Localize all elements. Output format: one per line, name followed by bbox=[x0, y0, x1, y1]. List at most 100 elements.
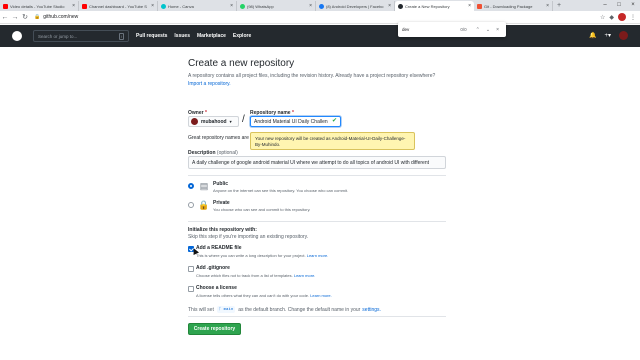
lock-icon: 🔒 bbox=[34, 14, 41, 20]
browser-toolbar-right: ☆ ◆ ⋮ bbox=[596, 13, 636, 21]
menu-icon[interactable]: ⋮ bbox=[630, 14, 636, 21]
browser-tab-strip: Video details - YouTube Studio × Channel … bbox=[0, 0, 640, 11]
divider bbox=[188, 221, 446, 222]
chevron-down-icon: ▾ bbox=[229, 119, 232, 124]
github-nav: Pull requests Issues Marketplace Explore bbox=[136, 33, 258, 39]
learn-more-link[interactable]: Learn more. bbox=[307, 253, 329, 258]
avatar bbox=[191, 118, 198, 125]
default-branch-note: This will set ᚴ main as the default bran… bbox=[188, 306, 381, 313]
find-next-icon[interactable]: ⌄ bbox=[486, 27, 490, 33]
page-title: Create a new repository bbox=[188, 58, 295, 69]
lock-icon: 🔒 bbox=[198, 200, 210, 210]
initialize-subtitle: Skip this step if you're importing an ex… bbox=[188, 234, 309, 240]
close-icon[interactable]: × bbox=[230, 3, 233, 9]
gitignore-title: Add .gitignore bbox=[196, 265, 230, 271]
window-controls: – □ × bbox=[598, 0, 640, 11]
page-subtitle: A repository contains all project files,… bbox=[188, 73, 436, 79]
license-checkbox[interactable] bbox=[188, 286, 194, 292]
public-title: Public bbox=[213, 181, 229, 187]
facebook-icon bbox=[319, 3, 324, 9]
github-logo-icon[interactable] bbox=[12, 31, 22, 41]
git-icon bbox=[477, 3, 482, 9]
avatar[interactable] bbox=[619, 31, 628, 40]
github-icon bbox=[398, 3, 403, 9]
learn-more-link[interactable]: Learn more. bbox=[294, 273, 316, 278]
minimize-icon[interactable]: – bbox=[598, 0, 612, 11]
browser-tab-active[interactable]: Create a New Repository × bbox=[395, 1, 474, 11]
find-count: 0/0 bbox=[460, 27, 467, 32]
whatsapp-icon bbox=[240, 3, 245, 9]
close-icon[interactable]: × bbox=[388, 3, 391, 9]
gitignore-desc: Choose which files not to track from a l… bbox=[196, 273, 316, 278]
github-header-right: 🔔 +▾ bbox=[581, 31, 628, 40]
find-close-icon[interactable]: × bbox=[496, 27, 499, 33]
readme-title: Add a README file bbox=[196, 245, 242, 251]
forward-icon[interactable]: → bbox=[10, 14, 20, 21]
github-header: Search or jump to... / Pull requests Iss… bbox=[0, 25, 640, 47]
book-icon: ▤ bbox=[199, 181, 209, 191]
private-radio[interactable] bbox=[188, 202, 194, 208]
repository-name-input[interactable] bbox=[250, 116, 341, 127]
bell-icon[interactable]: 🔔 bbox=[589, 32, 596, 39]
find-prev-icon[interactable]: ⌃ bbox=[476, 27, 480, 33]
canva-icon bbox=[161, 3, 166, 9]
owner-dropdown[interactable]: mubahood ▾ bbox=[188, 116, 239, 127]
license-desc: A license tells others what they can and… bbox=[196, 293, 332, 298]
import-repository-link[interactable]: Import a repository. bbox=[188, 81, 448, 87]
nav-issues[interactable]: Issues bbox=[174, 33, 190, 39]
visibility-public-option[interactable]: ▤ Public Anyone on the internet can see … bbox=[188, 181, 348, 193]
nav-explore[interactable]: Explore bbox=[233, 33, 251, 39]
maximize-icon[interactable]: □ bbox=[612, 0, 626, 11]
license-option[interactable]: Choose a license A license tells others … bbox=[188, 285, 332, 298]
url-field[interactable]: 🔒 github.com/new bbox=[34, 13, 134, 22]
settings-link[interactable]: settings. bbox=[362, 307, 381, 313]
star-icon[interactable]: ☆ bbox=[600, 14, 605, 21]
browser-tab[interactable]: Git - Downloading Package × bbox=[474, 1, 553, 11]
owner-repo-separator: / bbox=[242, 114, 245, 125]
browser-tab[interactable]: Video details - YouTube Studio × bbox=[0, 1, 79, 11]
browser-tab[interactable]: Channel dashboard - YouTube S × bbox=[79, 1, 158, 11]
youtube-icon bbox=[82, 3, 87, 9]
gitignore-option[interactable]: Add .gitignore Choose which files not to… bbox=[188, 265, 315, 278]
repo-name-tooltip: Your new repository will be created as A… bbox=[250, 132, 415, 150]
plus-icon[interactable]: +▾ bbox=[604, 32, 611, 39]
main-content: Create a new repository A repository con… bbox=[188, 58, 448, 127]
address-bar: ← → ↻ 🔒 github.com/new ☆ ◆ ⋮ bbox=[0, 11, 640, 24]
public-desc: Anyone on the internet can see this repo… bbox=[213, 188, 349, 193]
description-input[interactable] bbox=[188, 156, 446, 169]
close-icon[interactable]: × bbox=[151, 3, 154, 9]
close-icon[interactable]: × bbox=[546, 3, 549, 9]
close-window-icon[interactable]: × bbox=[626, 0, 640, 11]
search-input[interactable]: Search or jump to... / bbox=[33, 30, 129, 42]
divider bbox=[188, 316, 446, 317]
close-icon[interactable]: × bbox=[468, 3, 471, 9]
find-input[interactable]: dev bbox=[402, 27, 460, 32]
branch-tag: ᚴ main bbox=[216, 306, 236, 313]
divider bbox=[188, 175, 446, 176]
close-icon[interactable]: × bbox=[309, 3, 312, 9]
create-repository-button[interactable]: Create repository bbox=[188, 323, 241, 335]
visibility-private-option[interactable]: 🔒 Private You choose who can see and com… bbox=[188, 200, 310, 212]
reload-icon[interactable]: ↻ bbox=[20, 13, 30, 21]
initialize-title: Initialize this repository with: bbox=[188, 227, 257, 233]
nav-marketplace[interactable]: Marketplace bbox=[197, 33, 226, 39]
browser-tab[interactable]: Home - Canva × bbox=[158, 1, 237, 11]
browser-tab[interactable]: (98) WhatsApp × bbox=[237, 1, 316, 11]
gitignore-checkbox[interactable] bbox=[188, 266, 194, 272]
license-title: Choose a license bbox=[196, 285, 237, 291]
learn-more-link[interactable]: Learn more. bbox=[310, 293, 332, 298]
new-tab-button[interactable]: + bbox=[553, 1, 565, 11]
profile-avatar[interactable] bbox=[618, 13, 626, 21]
readme-option[interactable]: Add a README file This is where you can … bbox=[188, 245, 328, 258]
find-bar: dev 0/0 ⌃ ⌄ × bbox=[398, 22, 506, 37]
browser-tab[interactable]: (8) Android Developers | Facebo × bbox=[316, 1, 395, 11]
back-icon[interactable]: ← bbox=[0, 14, 10, 21]
search-shortcut: / bbox=[118, 32, 124, 40]
extensions-icon[interactable]: ◆ bbox=[609, 14, 614, 21]
youtube-icon bbox=[3, 3, 8, 9]
nav-pull-requests[interactable]: Pull requests bbox=[136, 33, 167, 39]
close-icon[interactable]: × bbox=[72, 3, 75, 9]
public-radio[interactable] bbox=[188, 183, 194, 189]
check-icon: ✔ bbox=[332, 118, 338, 124]
readme-desc: This is where you can write a long descr… bbox=[196, 253, 329, 258]
